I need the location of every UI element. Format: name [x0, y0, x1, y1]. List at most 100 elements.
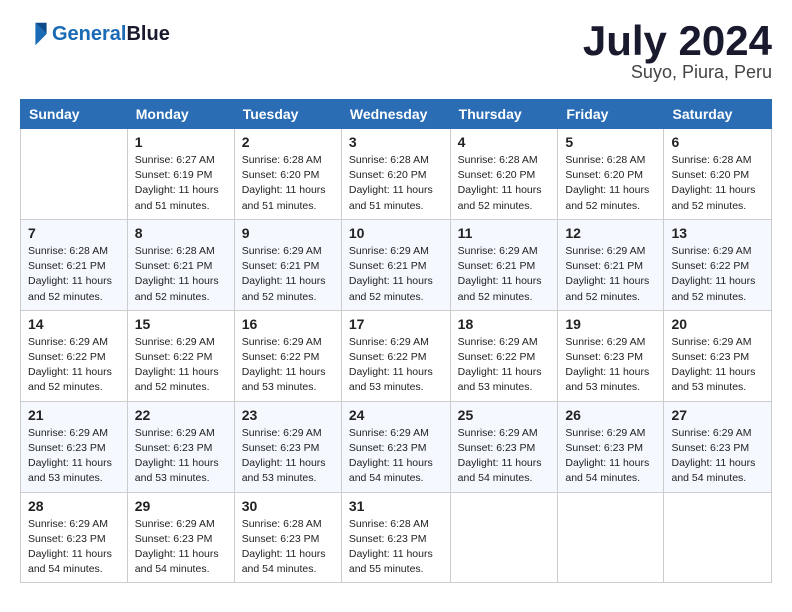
calendar-cell: 2Sunrise: 6:28 AM Sunset: 6:20 PM Daylig… — [234, 129, 341, 220]
calendar-cell: 27 Sunrise: 6:29 AM Sunset: 6:23 PM Dayli… — [664, 401, 772, 492]
main-title: July 2024 — [583, 20, 772, 62]
calendar-cell: 23 Sunrise: 6:29 AM Sunset: 6:23 PM Dayli… — [234, 401, 341, 492]
day-number: 10 — [349, 225, 443, 241]
day-number: 2 — [242, 134, 334, 150]
calendar-cell: 22 Sunrise: 6:29 AM Sunset: 6:23 PM Dayli… — [127, 401, 234, 492]
day-info: Sunrise: 6:29 AM Sunset: 6:21 PM Dayligh… — [458, 244, 551, 305]
calendar-cell: 25 Sunrise: 6:29 AM Sunset: 6:23 PM Dayli… — [450, 401, 558, 492]
calendar-week-row: 7 Sunrise: 6:28 AM Sunset: 6:21 PM Daylig… — [21, 219, 772, 310]
day-number: 21 — [28, 407, 120, 423]
day-number: 13 — [671, 225, 764, 241]
day-number: 9 — [242, 225, 334, 241]
day-info: Sunrise: 6:28 AM Sunset: 6:21 PM Dayligh… — [135, 244, 227, 305]
calendar-cell — [664, 492, 772, 583]
calendar-cell: 21Sunrise: 6:29 AM Sunset: 6:23 PM Dayli… — [21, 401, 128, 492]
calendar-cell: 19 Sunrise: 6:29 AM Sunset: 6:23 PM Dayli… — [558, 310, 664, 401]
day-header-sunday: Sunday — [21, 100, 128, 129]
calendar-week-row: 14Sunrise: 6:29 AM Sunset: 6:22 PM Dayli… — [21, 310, 772, 401]
calendar-cell — [450, 492, 558, 583]
day-info: Sunrise: 6:29 AM Sunset: 6:23 PM Dayligh… — [349, 426, 443, 487]
day-number: 17 — [349, 316, 443, 332]
calendar-cell: 11 Sunrise: 6:29 AM Sunset: 6:21 PM Dayli… — [450, 219, 558, 310]
calendar-cell: 29 Sunrise: 6:29 AM Sunset: 6:23 PM Dayli… — [127, 492, 234, 583]
calendar-cell: 6 Sunrise: 6:28 AM Sunset: 6:20 PM Daylig… — [664, 129, 772, 220]
day-number: 25 — [458, 407, 551, 423]
calendar-cell: 5 Sunrise: 6:28 AM Sunset: 6:20 PM Daylig… — [558, 129, 664, 220]
day-info: Sunrise: 6:29 AM Sunset: 6:21 PM Dayligh… — [349, 244, 443, 305]
day-number: 29 — [135, 498, 227, 514]
calendar-cell: 8 Sunrise: 6:28 AM Sunset: 6:21 PM Daylig… — [127, 219, 234, 310]
day-number: 24 — [349, 407, 443, 423]
day-number: 5 — [565, 134, 656, 150]
calendar-week-row: 1 Sunrise: 6:27 AM Sunset: 6:19 PM Daylig… — [21, 129, 772, 220]
day-header-tuesday: Tuesday — [234, 100, 341, 129]
calendar-cell: 31 Sunrise: 6:28 AM Sunset: 6:23 PM Dayli… — [341, 492, 450, 583]
calendar-cell: 3 Sunrise: 6:28 AM Sunset: 6:20 PM Daylig… — [341, 129, 450, 220]
day-info: Sunrise: 6:29 AM Sunset: 6:23 PM Dayligh… — [671, 426, 764, 487]
calendar-week-row: 28 Sunrise: 6:29 AM Sunset: 6:23 PM Dayli… — [21, 492, 772, 583]
day-number: 8 — [135, 225, 227, 241]
calendar-cell: 7Sunrise: 6:28 AM Sunset: 6:21 PM Daylig… — [21, 219, 128, 310]
calendar-cell: 12Sunrise: 6:29 AM Sunset: 6:21 PM Dayli… — [558, 219, 664, 310]
calendar-cell: 10 Sunrise: 6:29 AM Sunset: 6:21 PM Dayli… — [341, 219, 450, 310]
day-header-thursday: Thursday — [450, 100, 558, 129]
day-number: 7 — [28, 225, 120, 241]
day-header-friday: Friday — [558, 100, 664, 129]
day-number: 20 — [671, 316, 764, 332]
day-info: Sunrise: 6:28 AM Sunset: 6:23 PM Dayligh… — [349, 517, 443, 578]
calendar-cell: 17 Sunrise: 6:29 AM Sunset: 6:22 PM Dayli… — [341, 310, 450, 401]
calendar-cell: 9 Sunrise: 6:29 AM Sunset: 6:21 PM Daylig… — [234, 219, 341, 310]
day-number: 11 — [458, 225, 551, 241]
calendar-cell — [21, 129, 128, 220]
day-number: 27 — [671, 407, 764, 423]
day-info: Sunrise: 6:29 AM Sunset: 6:23 PM Dayligh… — [565, 335, 656, 396]
day-info: Sunrise: 6:29 AM Sunset: 6:22 PM Dayligh… — [349, 335, 443, 396]
calendar-cell: 28Sunrise: 6:29 AM Sunset: 6:23 PM Dayli… — [21, 492, 128, 583]
day-number: 1 — [135, 134, 227, 150]
calendar-cell: 26Sunrise: 6:29 AM Sunset: 6:23 PM Dayli… — [558, 401, 664, 492]
day-info: Sunrise: 6:28 AM Sunset: 6:20 PM Dayligh… — [565, 153, 656, 214]
day-number: 22 — [135, 407, 227, 423]
day-number: 31 — [349, 498, 443, 514]
day-header-wednesday: Wednesday — [341, 100, 450, 129]
logo-text: GeneralBlue — [52, 23, 170, 45]
day-info: Sunrise: 6:28 AM Sunset: 6:20 PM Dayligh… — [458, 153, 551, 214]
day-info: Sunrise: 6:29 AM Sunset: 6:21 PM Dayligh… — [565, 244, 656, 305]
day-number: 15 — [135, 316, 227, 332]
day-info: Sunrise: 6:28 AM Sunset: 6:20 PM Dayligh… — [349, 153, 443, 214]
calendar-week-row: 21 Sunrise: 6:29 AM Sunset: 6:23 PM Dayli… — [21, 401, 772, 492]
day-number: 6 — [671, 134, 764, 150]
day-info: Sunrise: 6:29 AM Sunset: 6:21 PM Dayligh… — [242, 244, 334, 305]
day-info: Sunrise: 6:29 AM Sunset: 6:22 PM Dayligh… — [28, 335, 120, 396]
calendar-cell: 24 Sunrise: 6:29 AM Sunset: 6:23 PM Dayli… — [341, 401, 450, 492]
day-header-saturday: Saturday — [664, 100, 772, 129]
calendar-cell: 30Sunrise: 6:28 AM Sunset: 6:23 PM Dayli… — [234, 492, 341, 583]
day-info: Sunrise: 6:29 AM Sunset: 6:23 PM Dayligh… — [242, 426, 334, 487]
day-info: Sunrise: 6:29 AM Sunset: 6:22 PM Dayligh… — [671, 244, 764, 305]
logo: GeneralBlue — [20, 20, 170, 48]
subtitle: Suyo, Piura, Peru — [583, 62, 772, 83]
day-info: Sunrise: 6:29 AM Sunset: 6:23 PM Dayligh… — [458, 426, 551, 487]
day-info: Sunrise: 6:29 AM Sunset: 6:23 PM Dayligh… — [135, 426, 227, 487]
day-number: 19 — [565, 316, 656, 332]
day-number: 3 — [349, 134, 443, 150]
day-header-monday: Monday — [127, 100, 234, 129]
day-info: Sunrise: 6:27 AM Sunset: 6:19 PM Dayligh… — [135, 153, 227, 214]
calendar-cell — [558, 492, 664, 583]
day-info: Sunrise: 6:29 AM Sunset: 6:22 PM Dayligh… — [242, 335, 334, 396]
calendar-header-row: SundayMondayTuesdayWednesdayThursdayFrid… — [21, 100, 772, 129]
calendar-cell: 4 Sunrise: 6:28 AM Sunset: 6:20 PM Daylig… — [450, 129, 558, 220]
day-number: 23 — [242, 407, 334, 423]
title-block: July 2024 Suyo, Piura, Peru — [583, 20, 772, 83]
day-number: 4 — [458, 134, 551, 150]
day-number: 28 — [28, 498, 120, 514]
calendar-cell: 18 Sunrise: 6:29 AM Sunset: 6:22 PM Dayli… — [450, 310, 558, 401]
day-number: 18 — [458, 316, 551, 332]
day-info: Sunrise: 6:29 AM Sunset: 6:22 PM Dayligh… — [458, 335, 551, 396]
day-info: Sunrise: 6:28 AM Sunset: 6:20 PM Dayligh… — [671, 153, 764, 214]
day-info: Sunrise: 6:29 AM Sunset: 6:23 PM Dayligh… — [565, 426, 656, 487]
page-header: GeneralBlue July 2024 Suyo, Piura, Peru — [20, 20, 772, 83]
day-info: Sunrise: 6:29 AM Sunset: 6:23 PM Dayligh… — [135, 517, 227, 578]
day-info: Sunrise: 6:29 AM Sunset: 6:23 PM Dayligh… — [671, 335, 764, 396]
day-info: Sunrise: 6:29 AM Sunset: 6:22 PM Dayligh… — [135, 335, 227, 396]
